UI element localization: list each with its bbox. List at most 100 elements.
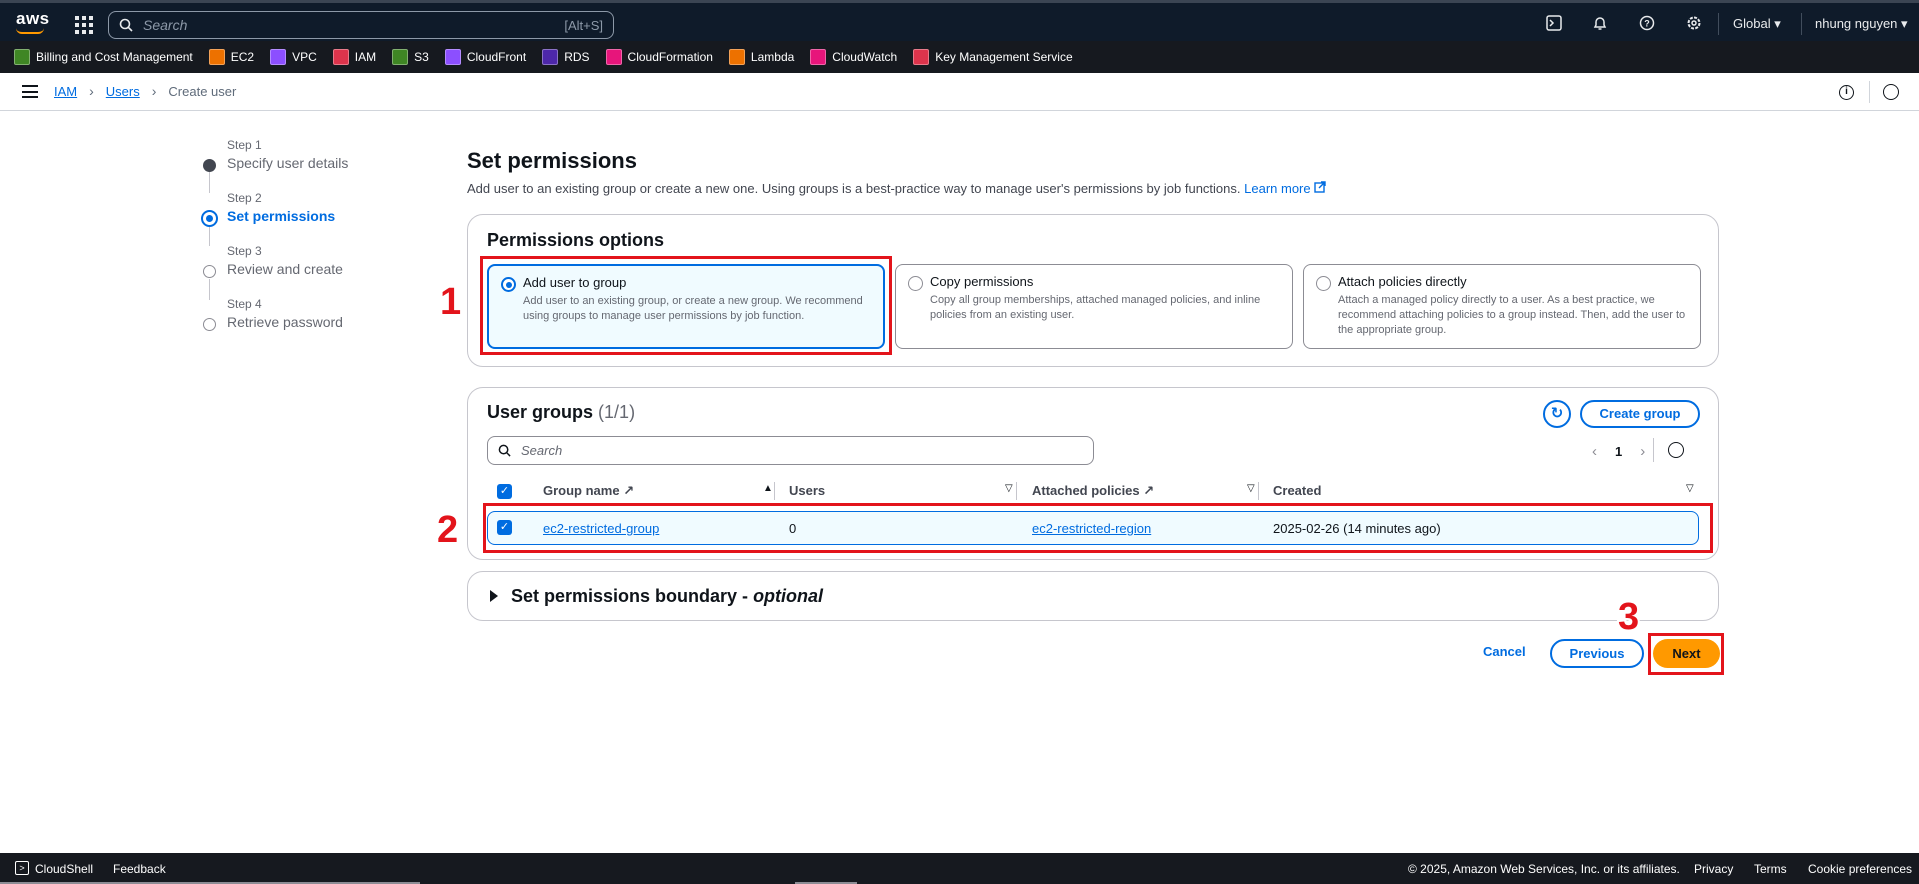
column-group-name[interactable]: Group name ↗ (543, 483, 634, 499)
chevron-right-icon: › (89, 83, 94, 99)
search-shortcut: [Alt+S] (564, 17, 603, 33)
breadcrumb-users[interactable]: Users (106, 84, 140, 99)
previous-button[interactable]: Previous (1550, 639, 1644, 668)
breadcrumb-iam[interactable]: IAM (54, 84, 77, 99)
search-placeholder: Search (143, 17, 188, 33)
favorite-vpc[interactable]: VPC (270, 49, 317, 65)
preferences-icon[interactable] (1883, 84, 1899, 100)
info-icon[interactable]: i (1839, 85, 1854, 100)
option-description: Attach a managed policy directly to a us… (1338, 294, 1686, 336)
groups-search-input[interactable]: Search (487, 436, 1094, 465)
column-attached-policies[interactable]: Attached policies ↗ (1032, 483, 1154, 499)
expand-caret-icon[interactable] (490, 590, 498, 602)
wizard-step-1[interactable]: Step 1 Specify user details (200, 138, 348, 191)
sort-icon[interactable]: ▽ (1247, 483, 1255, 494)
favorite-ec2[interactable]: EC2 (208, 49, 254, 65)
nav-divider (1801, 13, 1802, 35)
billing-icon (14, 49, 30, 65)
annotation-number-2: 2 (437, 509, 459, 551)
chevron-right-icon[interactable]: › (1640, 443, 1645, 460)
user-groups-title: User groups (1/1) (487, 402, 636, 422)
learn-more-link[interactable]: Learn more (1244, 181, 1326, 196)
option-title: Attach policies directly (1338, 274, 1467, 289)
nav-divider (1718, 13, 1719, 35)
ec2-icon (208, 49, 225, 65)
breadcrumb-bar: IAM › Users › Create user i (0, 73, 1919, 111)
refresh-icon: ↻ (1550, 405, 1564, 422)
annotation-box-2 (483, 503, 1713, 553)
favorite-cloudwatch[interactable]: CloudWatch (810, 49, 897, 65)
page-number[interactable]: 1 (1615, 444, 1622, 459)
favorite-s3[interactable]: S3 (392, 49, 429, 65)
column-created[interactable]: Created (1273, 483, 1321, 498)
radio-unselected[interactable] (1316, 276, 1331, 291)
option-title: Copy permissions (930, 274, 1034, 289)
favorite-billing[interactable]: Billing and Cost Management (14, 49, 193, 65)
column-divider (774, 482, 775, 500)
privacy-link[interactable]: Privacy (1694, 862, 1733, 876)
favorite-cloudfront[interactable]: CloudFront (444, 49, 526, 65)
breadcrumb-current: Create user (168, 83, 237, 99)
sort-icon[interactable]: ▽ (1686, 483, 1694, 494)
menu-icon[interactable] (22, 85, 38, 98)
cloudshell-link[interactable]: CloudShell (35, 862, 93, 876)
cloudfront-icon (444, 49, 461, 65)
bell-icon[interactable] (1591, 15, 1609, 33)
description-text: Add user to an existing group or create … (467, 181, 1241, 196)
rds-icon (542, 49, 559, 65)
table-settings-icon[interactable] (1668, 442, 1684, 458)
refresh-button[interactable]: ↻ (1543, 400, 1571, 428)
search-icon (119, 18, 133, 32)
wizard-step-2: Step 2 Set permissions (200, 191, 348, 244)
cloudshell-icon[interactable] (1545, 15, 1563, 33)
search-icon (498, 444, 511, 457)
sort-icon[interactable]: ▽ (1005, 483, 1013, 494)
favorite-cloudformation[interactable]: CloudFormation (605, 49, 713, 65)
s3-icon (392, 49, 409, 65)
svg-text:?: ? (1644, 19, 1650, 29)
sort-ascending-icon[interactable]: ▲ (763, 483, 773, 494)
option-copy-permissions[interactable]: Copy permissions Copy all group membersh… (895, 264, 1293, 349)
cloudshell-icon[interactable]: > (15, 861, 29, 875)
cookie-preferences-link[interactable]: Cookie preferences (1808, 862, 1912, 876)
cancel-button[interactable]: Cancel (1483, 644, 1526, 659)
create-group-button[interactable]: Create group (1580, 400, 1700, 428)
services-grid-icon[interactable] (75, 16, 93, 34)
external-link-icon: ↗ (623, 483, 635, 498)
favorite-lambda[interactable]: Lambda (728, 49, 794, 65)
search-input[interactable]: Search [Alt+S] (108, 11, 614, 39)
column-divider (1016, 482, 1017, 500)
step-number: Step 1 (227, 138, 262, 152)
feedback-link[interactable]: Feedback (113, 862, 166, 876)
kms-icon (913, 49, 930, 65)
step-done-indicator (203, 159, 216, 172)
aws-logo[interactable]: aws (16, 9, 50, 29)
footer: > CloudShell Feedback © 2025, Amazon Web… (0, 853, 1919, 884)
divider (1869, 81, 1870, 103)
chevron-left-icon[interactable]: ‹ (1592, 443, 1597, 460)
select-all-checkbox[interactable]: ✓ (497, 484, 512, 499)
radio-unselected[interactable] (908, 276, 923, 291)
wizard-steps: Step 1 Specify user details Step 2 Set p… (200, 138, 348, 350)
gear-icon[interactable] (1685, 15, 1703, 33)
favorite-kms[interactable]: Key Management Service (913, 49, 1073, 65)
column-users[interactable]: Users (789, 483, 825, 498)
favorite-iam[interactable]: IAM (332, 49, 376, 65)
region-selector[interactable]: Global ▾ (1733, 16, 1781, 32)
terms-link[interactable]: Terms (1754, 862, 1787, 876)
permissions-boundary-card[interactable]: Set permissions boundary - optional (467, 571, 1719, 621)
account-menu[interactable]: nhung nguyen ▾ (1815, 16, 1908, 32)
annotation-number-1: 1 (440, 281, 462, 323)
vpc-icon (270, 49, 287, 65)
favorite-rds[interactable]: RDS (542, 49, 590, 65)
help-icon[interactable]: ? (1638, 15, 1656, 33)
annotation-box-1 (480, 256, 892, 355)
chevron-right-icon: › (151, 83, 157, 99)
external-link-icon: ↗ (1143, 483, 1155, 498)
option-attach-policies[interactable]: Attach policies directly Attach a manage… (1303, 264, 1701, 349)
wizard-step-4: Step 4 Retrieve password (200, 297, 348, 350)
step-title: Retrieve password (227, 314, 343, 330)
divider (1653, 438, 1654, 462)
permissions-boundary-title[interactable]: Set permissions boundary - optional (511, 586, 823, 607)
page-description: Add user to an existing group or create … (467, 181, 1326, 196)
